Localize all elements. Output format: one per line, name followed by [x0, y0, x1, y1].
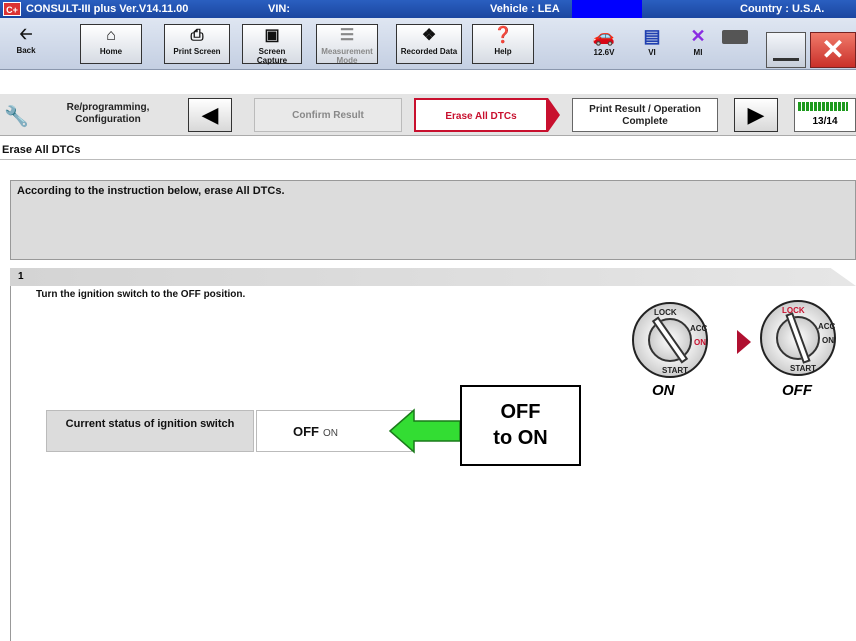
ignition-off-label: OFF: [782, 382, 812, 399]
ignition-acc-text: ACC: [690, 324, 708, 333]
instruction-box: According to the instruction below, eras…: [10, 180, 856, 260]
recorded-data-button[interactable]: ❖ Recorded Data: [396, 24, 462, 64]
help-button[interactable]: ❓ Help: [472, 24, 534, 64]
vi-device-icon: ▤: [643, 26, 661, 46]
reprogramming-configuration-nav[interactable]: 🔧 Re/programming, Configuration: [2, 96, 182, 134]
close-button[interactable]: ✕: [810, 32, 856, 68]
progress-indicator: 13/14: [794, 98, 856, 132]
navigation-bar: 🔧 Re/programming, Configuration ◀ Confir…: [0, 94, 856, 136]
country-label: Country : U.S.A.: [740, 3, 825, 15]
battery-status: 🚗 12.6V: [582, 24, 626, 64]
triangle-left-icon: ◀: [201, 102, 219, 127]
camera-icon: ▣: [264, 27, 280, 44]
ignition-start-text: START: [662, 366, 689, 375]
current-step-arrow-icon: [548, 98, 560, 132]
step-print-result: Print Result / Operation Complete: [572, 98, 718, 132]
wrench-icon: 🔧: [4, 106, 29, 128]
measurement-mode-button[interactable]: ☰ Measurement Mode: [316, 24, 378, 65]
vehicle-label: Vehicle : LEA: [490, 3, 560, 15]
consult-logo-icon: C+: [3, 2, 21, 16]
previous-button[interactable]: ◀: [188, 98, 232, 132]
print-screen-button[interactable]: ⎙ Print Screen: [164, 24, 230, 64]
help-icon: ❓: [493, 27, 513, 44]
app-title: CONSULT-III plus Ver.V14.11.00: [26, 3, 189, 15]
ignition-on-label: ON: [652, 382, 675, 399]
home-button[interactable]: ⌂ Home: [80, 24, 142, 64]
back-arrow-icon: 🡠: [19, 26, 33, 43]
triangle-right-icon: ▶: [747, 102, 765, 127]
step-erase-all-dtcs: Erase All DTCs: [414, 98, 548, 132]
home-icon: ⌂: [106, 27, 116, 44]
ignition-lock-text: LOCK: [782, 306, 805, 315]
vi-status: ▤ VI: [630, 24, 674, 64]
step-text: Turn the ignition switch to the OFF posi…: [36, 289, 246, 300]
ignition-lock-text: LOCK: [654, 308, 677, 317]
mi-status: ✕ MI: [676, 24, 720, 64]
step-confirm-result: Confirm Result: [254, 98, 402, 132]
ignition-on-text: ON: [822, 336, 834, 345]
ignition-arrow-icon: [737, 330, 751, 354]
mi-disconnected-icon: ✕: [690, 26, 706, 46]
ignition-start-text: START: [790, 364, 817, 373]
title-bar: C+ CONSULT-III plus Ver.V14.11.00 VIN: V…: [0, 0, 856, 18]
callout-box: OFF to ON: [460, 385, 581, 466]
back-button[interactable]: 🡠 Back: [6, 24, 46, 64]
recorded-data-icon: ❖: [421, 27, 437, 44]
ignition-on-text: ON: [694, 338, 706, 347]
ignition-status-label: Current status of ignition switch: [46, 410, 254, 452]
ignition-on-icon: LOCK ACC ON START: [632, 302, 708, 378]
progress-text: 13/14: [812, 116, 838, 127]
car-battery-icon: 🚗: [592, 26, 616, 46]
screen-capture-button[interactable]: ▣ Screen Capture: [242, 24, 302, 65]
toolbar: 🡠 Back ⌂ Home ⎙ Print Screen ▣ Screen Ca…: [0, 18, 856, 70]
callout-line2: to ON: [493, 427, 548, 449]
next-button[interactable]: ▶: [734, 98, 778, 132]
close-icon: ✕: [821, 34, 845, 65]
ignition-off-icon: LOCK ACC ON START: [760, 300, 836, 376]
ignition-acc-text: ACC: [818, 322, 836, 331]
page-title: Erase All DTCs: [0, 140, 856, 160]
step-header: 1: [10, 268, 856, 286]
green-arrow-icon: [388, 408, 461, 454]
callout-line1: OFF: [500, 401, 541, 423]
connection-indicator-icon: [722, 30, 748, 44]
printer-icon: ⎙: [190, 27, 204, 44]
content-divider: [10, 286, 11, 641]
measurement-icon: ☰: [339, 27, 355, 44]
progress-bar: [798, 102, 848, 111]
vehicle-redaction: [572, 0, 642, 18]
minimize-button[interactable]: [766, 32, 806, 68]
vin-label: VIN:: [268, 3, 290, 15]
